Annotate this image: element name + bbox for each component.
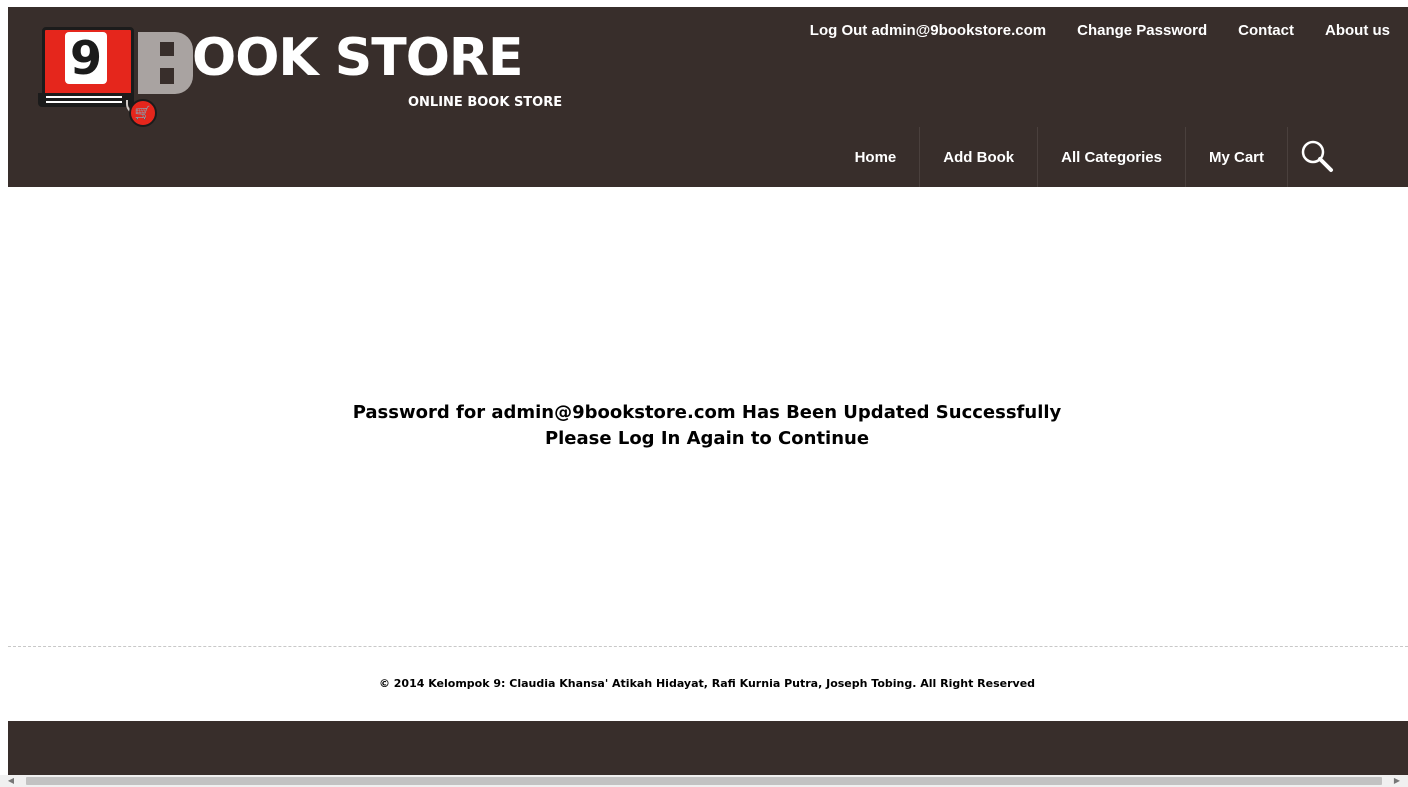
nav-item-my-cart[interactable]: My Cart	[1184, 127, 1287, 187]
scroll-right-arrow-icon[interactable]: ▶	[1390, 775, 1404, 787]
logo-number: 9	[65, 32, 107, 84]
scrollbar-thumb[interactable]	[26, 777, 1382, 785]
logout-link[interactable]: Log Out admin@9bookstore.com	[810, 21, 1046, 41]
cart-icon: 🛒	[129, 99, 157, 127]
site-header: 9 🛒 OOK STORE ONLINE BOOK STORE Log Out …	[8, 7, 1408, 187]
magnifier-icon	[1301, 140, 1333, 172]
message-line-1: Password for admin@9bookstore.com Has Be…	[352, 402, 1062, 423]
logo-b-letter	[138, 32, 193, 94]
nav-item-all-categories[interactable]: All Categories	[1037, 127, 1185, 187]
change-password-link[interactable]: Change Password	[1077, 21, 1207, 41]
logo-title: OOK STORE	[192, 28, 523, 88]
footer-copyright: © 2014 Kelompok 9: Claudia Khansa' Atika…	[378, 677, 1036, 690]
footer-bar	[8, 721, 1408, 775]
about-us-link[interactable]: About us	[1325, 21, 1390, 41]
top-links: Log Out admin@9bookstore.com Change Pass…	[810, 21, 1390, 41]
horizontal-scrollbar[interactable]: ◀ ▶	[0, 775, 1408, 787]
scroll-left-arrow-icon[interactable]: ◀	[4, 775, 18, 787]
site-logo[interactable]: 9 🛒 OOK STORE ONLINE BOOK STORE	[38, 24, 562, 134]
logo-tagline: ONLINE BOOK STORE	[408, 95, 563, 110]
message-line-2: Please Log In Again to Continue	[544, 428, 870, 449]
main-nav: Home Add Book All Categories My Cart	[832, 127, 1408, 187]
search-button[interactable]	[1287, 127, 1408, 187]
logo-book-page	[46, 96, 122, 98]
nav-item-add-book[interactable]: Add Book	[919, 127, 1037, 187]
footer-divider	[8, 646, 1408, 647]
logo-nine-badge: 9	[42, 27, 134, 99]
nav-item-home[interactable]: Home	[832, 127, 920, 187]
status-message: Password for admin@9bookstore.com Has Be…	[0, 400, 1408, 452]
contact-link[interactable]: Contact	[1238, 21, 1294, 41]
logo-book-page	[46, 101, 122, 103]
